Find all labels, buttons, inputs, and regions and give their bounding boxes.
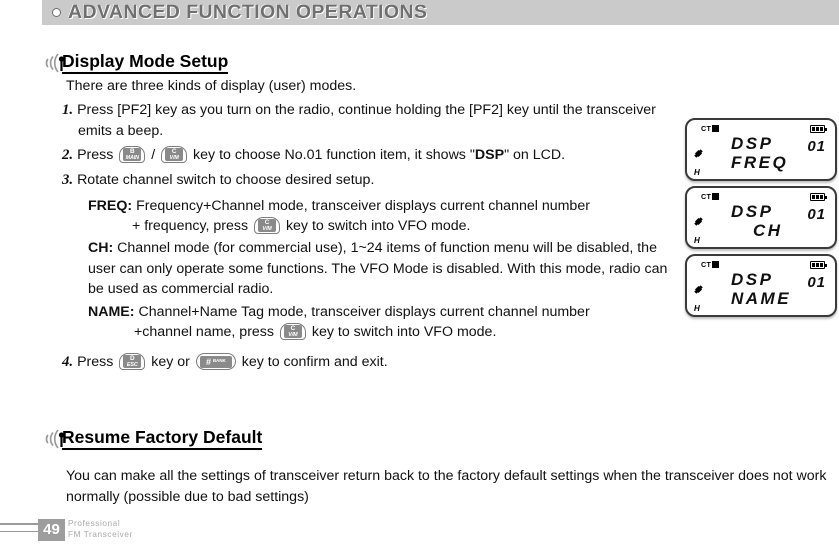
definition-line2-before: +channel name, press [134,324,278,340]
ct-label: CT [701,192,712,201]
step-number: 4. [62,354,74,370]
lcd-display-freq: CT H DSP FREQ 01 [685,118,837,181]
step-text: Rotate channel switch to choose desired … [77,172,375,188]
ct-label: CT [701,260,712,269]
step-number: 2. [62,147,74,163]
definition-ch: CH: Channel mode (for commercial use), 1… [88,238,674,300]
step-text-after: " on LCD. [504,147,566,163]
key-bottom-label: MAIN [125,155,139,162]
definition-line2-before: + frequency, press [132,218,252,234]
lcd-line-1: DSP [731,270,774,289]
page-footer: 49 Professional FM Transceiver [0,517,300,543]
definition-line2-after: key to switch into VFO mode. [307,324,497,340]
step-3: 3. Rotate channel switch to choose desir… [62,170,674,191]
step-text: Press [PF2] key as you turn on the radio… [77,102,656,139]
key-top-label: C [171,147,177,155]
section-intro-text: There are three kinds of display (user) … [66,78,357,94]
battery-icon [810,125,827,133]
key-top-label: D [130,354,135,362]
ct-badge-icon [712,193,720,200]
memory-marker-icon [694,149,703,158]
footer-brand-line-2: FM Transceiver [68,529,133,539]
battery-icon [810,261,827,269]
step-text-after: key to confirm and exit. [237,354,388,370]
definition-name-line2: +channel name, press C V/M key to switch… [134,322,674,343]
footer-brand-line-1: Professional [68,519,121,528]
key-bottom-label: V/M [288,332,298,339]
definition-label: NAME: [88,304,135,320]
key-bank-label: BANK [212,358,226,364]
step-text-before: Press [77,354,118,370]
lcd-line-2: CH [753,221,783,240]
key-top-label: B [130,147,135,155]
key-top-label: C [290,324,296,332]
definition-body: Channel mode (for commercial use), 1~24 … [88,240,668,297]
page-number: 49 [38,519,65,541]
definition-freq: FREQ: Frequency+Channel mode, transceive… [88,196,674,217]
ct-badge-icon [712,261,720,268]
step-text-before: Press [77,147,118,163]
definition-line1: Frequency+Channel mode, transceiver disp… [136,198,590,214]
key-bottom-label: V/M [262,226,272,233]
lcd-line-2: NAME [731,289,792,308]
key-hash-bank-icon[interactable]: # BANK [195,353,236,370]
step-number: 1. [62,102,74,118]
lcd-line-1: DSP [731,202,774,221]
power-level-indicator: H [694,168,700,177]
key-bottom-label: ESC [126,362,138,369]
definition-line2-after: key to switch into VFO mode. [282,218,471,234]
section-heading-display-mode-setup: Display Mode Setup [36,48,229,76]
definition-label: CH: [88,240,114,256]
page-banner: ADVANCED FUNCTION OPERATIONS [42,0,839,25]
key-c-vm-icon[interactable]: C V/M [254,217,280,234]
ct-badge-icon [712,125,720,132]
memory-marker-icon [694,217,703,226]
section-title: Resume Factory Default [62,428,263,450]
definition-name: NAME: Channel+Name Tag mode, transceiver… [88,302,674,323]
step-separator: / [147,147,160,163]
lcd-line-1: DSP [731,134,774,153]
section-heading-resume-factory-default: Resume Factory Default [36,424,263,452]
key-hash-label: # [205,356,211,367]
battery-icon [810,193,827,201]
key-d-esc-icon[interactable]: D ESC [119,353,146,370]
key-top-label: C [264,218,270,226]
step-text-mid: key or [147,354,194,370]
lcd-display-ch: CT H DSP CH 01 [685,186,837,249]
section-title: Display Mode Setup [62,52,229,74]
definition-label: FREQ: [88,198,133,214]
lcd-line-2: FREQ [731,153,789,172]
circle-bullet-icon [52,8,61,17]
footer-brand: Professional FM Transceiver [68,519,133,540]
radio-wave-icon [36,50,66,76]
ct-label: CT [701,124,712,133]
page-title: ADVANCED FUNCTION OPERATIONS [68,1,428,23]
power-level-indicator: H [694,236,700,245]
radio-wave-icon [36,426,66,452]
footer-rule-lines [0,523,40,538]
power-level-indicator: H [694,304,700,313]
step-4: 4. Press D ESC key or # BANK key to conf… [62,352,674,373]
resume-factory-default-body: You can make all the settings of transce… [66,468,827,505]
step-text-mid: key to choose No.01 function item, it sh… [189,147,475,163]
step-1: 1. Press [PF2] key as you turn on the ra… [62,100,674,141]
lcd-channel-number: 01 [807,206,826,223]
step-bold-word: DSP [474,147,505,163]
lcd-channel-number: 01 [807,138,826,155]
step-2: 2. Press B MAIN / C V/M key to choose No… [62,145,674,166]
key-c-vm-icon[interactable]: C V/M [161,146,188,163]
key-c-vm-icon[interactable]: C V/M [279,323,306,340]
step-number: 3. [62,172,74,188]
lcd-channel-number: 01 [807,274,826,291]
definition-freq-line2: + frequency, press C V/M key to switch i… [132,216,674,237]
lcd-display-name: CT H DSP NAME 01 [685,254,837,317]
definition-line1: Channel+Name Tag mode, transceiver displ… [138,304,590,320]
ct-indicator: CT [701,260,720,269]
memory-marker-icon [694,285,703,294]
key-bottom-label: V/M [169,155,179,162]
key-b-main-icon[interactable]: B MAIN [119,146,146,163]
ct-indicator: CT [701,192,720,201]
ct-indicator: CT [701,124,720,133]
